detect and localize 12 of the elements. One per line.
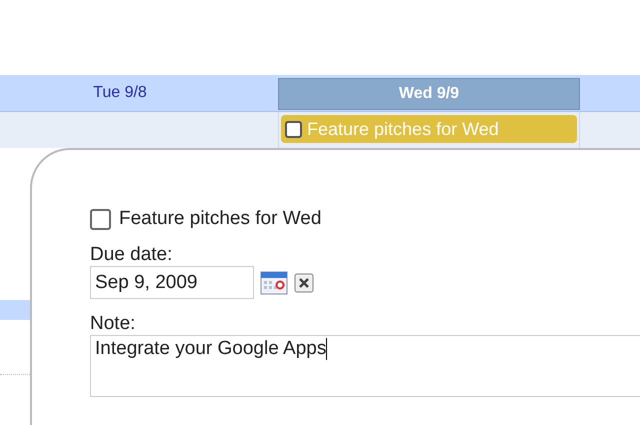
- clear-icon[interactable]: [294, 272, 314, 292]
- due-date-label: Due date:: [90, 244, 174, 266]
- due-date-field[interactable]: Sep 9, 2009: [90, 266, 254, 299]
- task-title: Feature pitches for Wed: [307, 118, 499, 140]
- calendar-icon[interactable]: [260, 270, 288, 294]
- calendar-band: [0, 300, 30, 320]
- note-field[interactable]: Integrate your Google Apps: [90, 335, 640, 397]
- task-checkbox[interactable]: [90, 208, 111, 230]
- task-title: Feature pitches for Wed: [119, 208, 322, 230]
- day-header[interactable]: Tue 9/8: [0, 75, 278, 111]
- task-checkbox[interactable]: [285, 120, 302, 138]
- note-label: Note:: [90, 313, 136, 335]
